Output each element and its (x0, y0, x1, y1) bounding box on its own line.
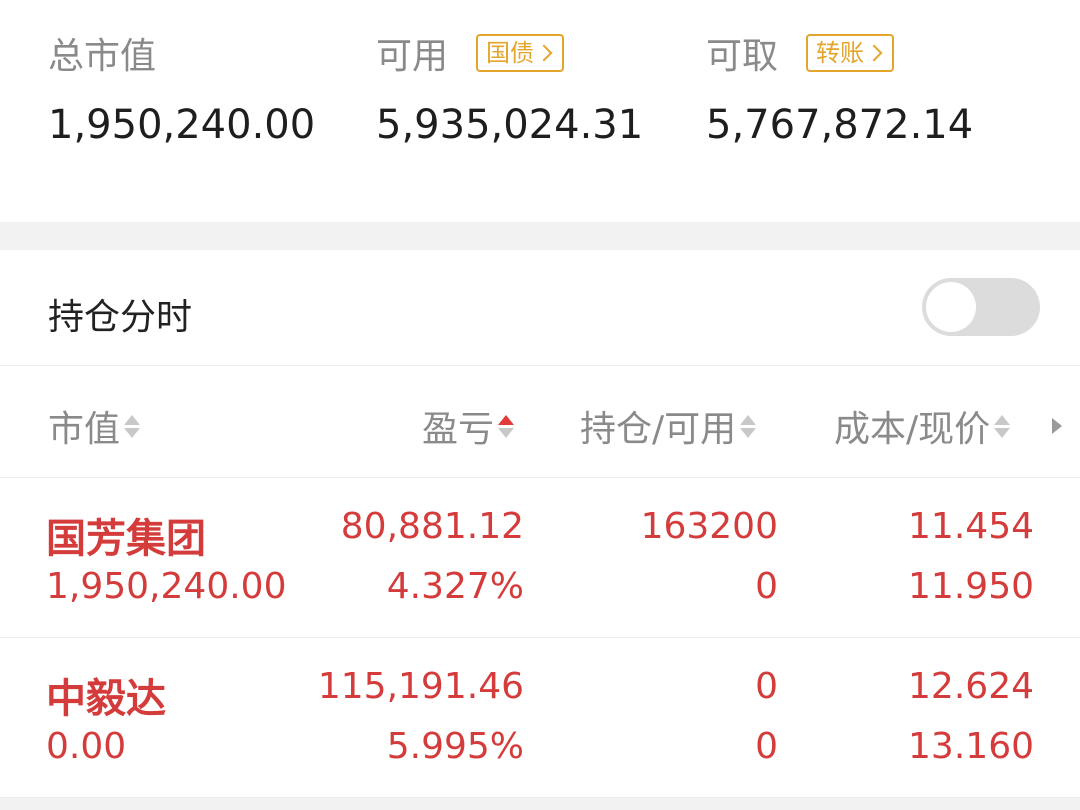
stock-name: 国芳集团 (46, 516, 206, 562)
transfer-label: 转账 (816, 39, 865, 67)
total-market-value: 总市值 1,950,240.00 (48, 30, 315, 148)
stock-available: 0 (755, 726, 778, 767)
stock-cost: 12.624 (908, 666, 1034, 707)
stock-price: 11.950 (908, 566, 1034, 607)
total-market-value-amount: 1,950,240.00 (48, 102, 316, 148)
available-amount: 5,935,024.31 (376, 102, 644, 148)
position-timeshare-toggle[interactable] (922, 278, 1040, 336)
stock-pnl: 80,881.12 (340, 506, 524, 547)
withdrawable-funds: 可取 转账 5,767,872.14 (706, 30, 973, 148)
chevron-right-icon (535, 44, 553, 62)
stock-pnl: 115,191.46 (317, 666, 524, 707)
treasury-bond-button[interactable]: 国债 (476, 34, 565, 72)
stock-pnl-percent: 4.327% (386, 566, 524, 607)
header-pnl[interactable]: 盈亏 (422, 400, 515, 452)
sort-icon (994, 414, 1011, 438)
treasury-bond-label: 国债 (486, 39, 535, 67)
table-row[interactable]: 中毅达 0.00 115,191.46 5.995% 0 0 12.624 13… (0, 638, 1080, 798)
header-position-label: 持仓/可用 (580, 409, 737, 450)
stock-position: 0 (755, 666, 778, 707)
stock-name: 中毅达 (46, 676, 166, 722)
position-timeshare-row: 持仓分时 (0, 250, 1080, 366)
withdrawable-label: 可取 (706, 36, 779, 77)
header-cost-price[interactable]: 成本/现价 (834, 400, 1011, 452)
header-position[interactable]: 持仓/可用 (580, 400, 757, 452)
header-pnl-label: 盈亏 (422, 409, 495, 450)
table-header: 市值 盈亏 持仓/可用 成本/现价 (0, 366, 1080, 478)
sort-icon (740, 414, 757, 438)
stock-cost: 11.454 (908, 506, 1034, 547)
withdrawable-amount: 5,767,872.14 (706, 102, 974, 148)
available-funds: 可用 国债 5,935,024.31 (376, 30, 643, 148)
table-row[interactable]: 国芳集团 1,950,240.00 80,881.12 4.327% 16320… (0, 478, 1080, 638)
stock-market-value: 1,950,240.00 (46, 566, 287, 607)
stock-market-value: 0.00 (46, 726, 127, 767)
transfer-button[interactable]: 转账 (806, 34, 895, 72)
position-timeshare-label: 持仓分时 (48, 297, 193, 338)
sort-icon (124, 414, 141, 438)
available-label: 可用 (376, 36, 449, 77)
stock-position: 163200 (640, 506, 778, 547)
section-divider (0, 222, 1080, 250)
header-cost-price-label: 成本/现价 (834, 409, 991, 450)
stock-pnl-percent: 5.995% (386, 726, 524, 767)
account-summary: 总市值 1,950,240.00 可用 国债 5,935,024.31 可取 转… (0, 0, 1080, 222)
scroll-right-icon[interactable] (1052, 418, 1062, 434)
stock-price: 13.160 (908, 726, 1034, 767)
chevron-right-icon (865, 44, 883, 62)
header-market-value-label: 市值 (48, 409, 121, 450)
stock-available: 0 (755, 566, 778, 607)
toggle-knob (926, 282, 976, 332)
section-divider (0, 798, 1080, 810)
header-market-value[interactable]: 市值 (48, 400, 141, 452)
total-market-value-label: 总市值 (48, 36, 157, 77)
sort-icon-active (498, 414, 515, 438)
